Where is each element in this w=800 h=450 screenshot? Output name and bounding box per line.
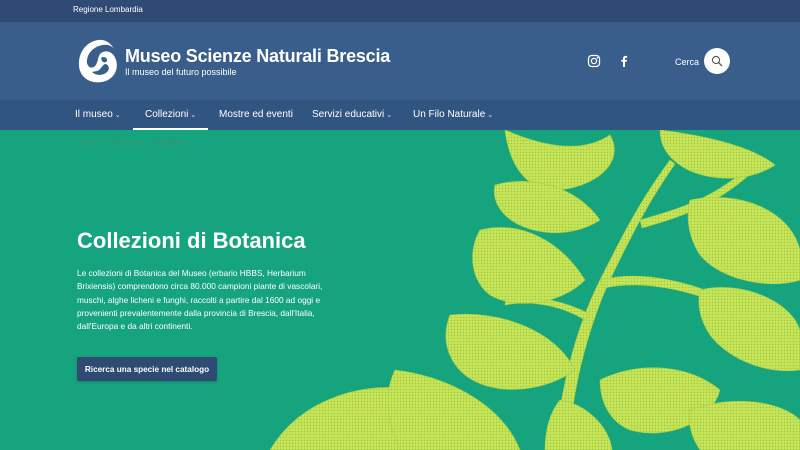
- museum-logo-icon[interactable]: [75, 36, 121, 86]
- facebook-icon[interactable]: [617, 54, 631, 68]
- instagram-icon[interactable]: [587, 54, 601, 68]
- breadcrumb: Home / Collezioni / Botanica: [77, 138, 188, 147]
- nav-item-collezioni[interactable]: Collezioni ⌄: [133, 100, 209, 130]
- nav-item-mostre-ed-eventi[interactable]: Mostre ed eventi: [219, 100, 293, 130]
- nav-item-servizi-educativi[interactable]: Servizi educativi ⌄: [312, 100, 392, 130]
- search-button[interactable]: [704, 48, 730, 74]
- chevron-down-icon: ⌄: [114, 112, 121, 119]
- nav-item-il-museo[interactable]: Il museo ⌄: [75, 100, 121, 130]
- breadcrumb-separator: /: [101, 138, 104, 147]
- search-species-button[interactable]: Ricerca una specie nel catalogo: [77, 357, 217, 381]
- breadcrumb-home[interactable]: Home: [77, 138, 98, 147]
- chevron-down-icon: ⌄: [190, 112, 197, 119]
- nav-item-label: Servizi educativi: [312, 109, 385, 120]
- nav-item-label: Collezioni: [145, 109, 189, 120]
- breadcrumb-current: Botanica: [153, 138, 186, 147]
- top-bar: Regione Lombardia: [0, 0, 800, 22]
- nav-item-label: Un Filo Naturale: [413, 109, 486, 120]
- nav-item-label: Mostre ed eventi: [219, 109, 293, 120]
- nav-item-label: Il museo: [75, 109, 113, 120]
- main-navigation: Il museo ⌄ Collezioni ⌄ Mostre ed eventi S…: [0, 100, 800, 130]
- site-tagline: Il museo del futuro possibile: [125, 67, 237, 77]
- site-header: Museo Scienze Naturali Brescia Il museo …: [0, 22, 800, 100]
- page-title: Collezioni di Botanica: [77, 228, 306, 253]
- nav-item-un-filo-naturale[interactable]: Un Filo Naturale ⌄: [413, 100, 493, 130]
- breadcrumb-separator: /: [146, 138, 149, 147]
- breadcrumb-collezioni[interactable]: Collezioni: [109, 138, 144, 147]
- search-label[interactable]: Cerca: [675, 57, 699, 67]
- site-title[interactable]: Museo Scienze Naturali Brescia: [125, 46, 390, 67]
- regione-lombardia-link[interactable]: Regione Lombardia: [73, 5, 143, 14]
- search-icon: [711, 55, 723, 67]
- intro-paragraph: Le collezioni di Botanica del Museo (erb…: [77, 268, 323, 332]
- chevron-down-icon: ⌄: [386, 112, 393, 119]
- chevron-down-icon: ⌄: [487, 112, 494, 119]
